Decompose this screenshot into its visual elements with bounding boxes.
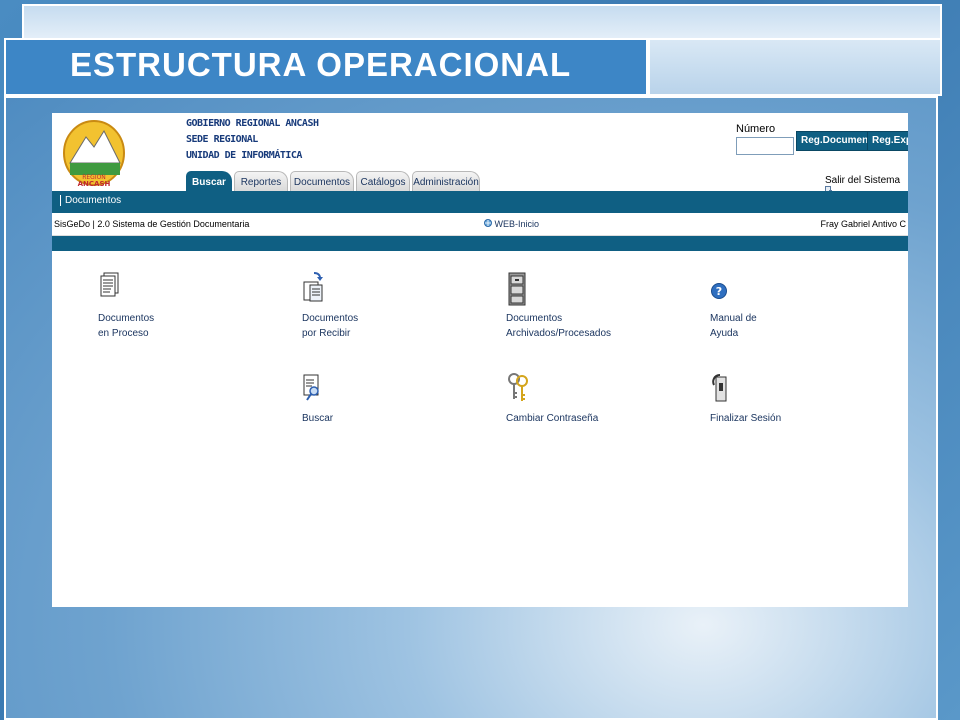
search-document-icon	[303, 374, 319, 401]
tab-documentos[interactable]: Documentos	[290, 171, 354, 192]
menu-cambiar-contrasena[interactable]: Cambiar Contraseña	[506, 371, 666, 426]
svg-text:?: ?	[716, 285, 722, 298]
navbar-item-documentos[interactable]: Documentos	[60, 195, 121, 206]
app-header: REGION ANCASH GOBIERNO REGIONAL ANCASH S…	[52, 113, 908, 198]
system-version-text: SisGeDo | 2.0 Sistema de Gestión Documen…	[54, 219, 250, 229]
org-line-3: UNIDAD DE INFORMÁTICA	[186, 150, 302, 161]
org-line-1: GOBIERNO REGIONAL ANCASH	[186, 118, 319, 129]
manual-line2: Ayuda	[710, 328, 739, 339]
numero-input[interactable]	[736, 137, 794, 155]
finalizar-label: Finalizar Sesión	[710, 413, 782, 424]
slide-title: ESTRUCTURA OPERACIONAL	[70, 46, 572, 83]
org-line-2: SEDE REGIONAL	[186, 134, 258, 145]
organization-name: GOBIERNO REGIONAL ANCASH SEDE REGIONAL U…	[186, 116, 319, 164]
menu-docs-archivados[interactable]: Documentos Archivados/Procesados	[506, 271, 666, 341]
buscar-label: Buscar	[302, 413, 334, 424]
cambiar-label: Cambiar Contraseña	[506, 413, 599, 424]
salir-label: Salir del Sistema	[825, 175, 901, 186]
slide-title-bar-right	[648, 38, 942, 96]
web-inicio-label: WEB-Inicio	[494, 219, 540, 229]
help-icon: ?	[711, 283, 727, 299]
user-name: Fray Gabriel Antivo C	[820, 219, 906, 229]
menu-finalizar-sesion[interactable]: Finalizar Sesión	[710, 371, 870, 426]
reg-expediente-button[interactable]: Reg.Exped	[867, 131, 908, 151]
slide-top-frame	[22, 4, 942, 40]
receive-document-icon	[303, 272, 323, 302]
info-bar: SisGeDo | 2.0 Sistema de Gestión Documen…	[52, 213, 908, 236]
tab-reportes[interactable]: Reportes	[234, 171, 288, 192]
reg-documento-button[interactable]: Reg.Documento	[796, 131, 876, 151]
menu-manual-ayuda[interactable]: ? Manual de Ayuda	[710, 271, 870, 341]
tab-buscar[interactable]: Buscar	[186, 171, 232, 192]
sub-navbar: Documentos	[52, 191, 908, 213]
keys-icon	[508, 373, 528, 401]
manual-line1: Manual de	[710, 313, 757, 324]
menu-docs-en-proceso[interactable]: Documentos en Proceso	[98, 271, 258, 341]
menu-docs-por-recibir[interactable]: Documentos por Recibir	[302, 271, 462, 341]
docs-archivados-line1: Documentos	[506, 313, 563, 324]
file-cabinet-icon	[508, 272, 526, 306]
content-header-bar	[52, 236, 908, 251]
docs-proceso-line1: Documentos	[98, 313, 155, 324]
document-stack-icon	[100, 272, 119, 297]
region-ancash-logo: REGION ANCASH	[63, 120, 125, 188]
tab-catalogos[interactable]: Catálogos	[356, 171, 410, 192]
web-inicio-link[interactable]: WEB-Inicio	[484, 219, 539, 229]
docs-proceso-line2: en Proceso	[98, 328, 149, 339]
docs-recibir-line2: por Recibir	[302, 328, 351, 339]
menu-buscar[interactable]: Buscar	[302, 371, 462, 426]
docs-recibir-line1: Documentos	[302, 313, 359, 324]
app-screenshot: REGION ANCASH GOBIERNO REGIONAL ANCASH S…	[52, 113, 908, 607]
docs-archivados-line2: Archivados/Procesados	[506, 328, 612, 339]
web-icon	[484, 219, 492, 227]
numero-label: Número	[736, 123, 776, 135]
logout-icon	[712, 374, 727, 402]
tab-administracion[interactable]: Administración	[412, 171, 480, 192]
logo-text-bottom: ANCASH	[78, 180, 111, 188]
